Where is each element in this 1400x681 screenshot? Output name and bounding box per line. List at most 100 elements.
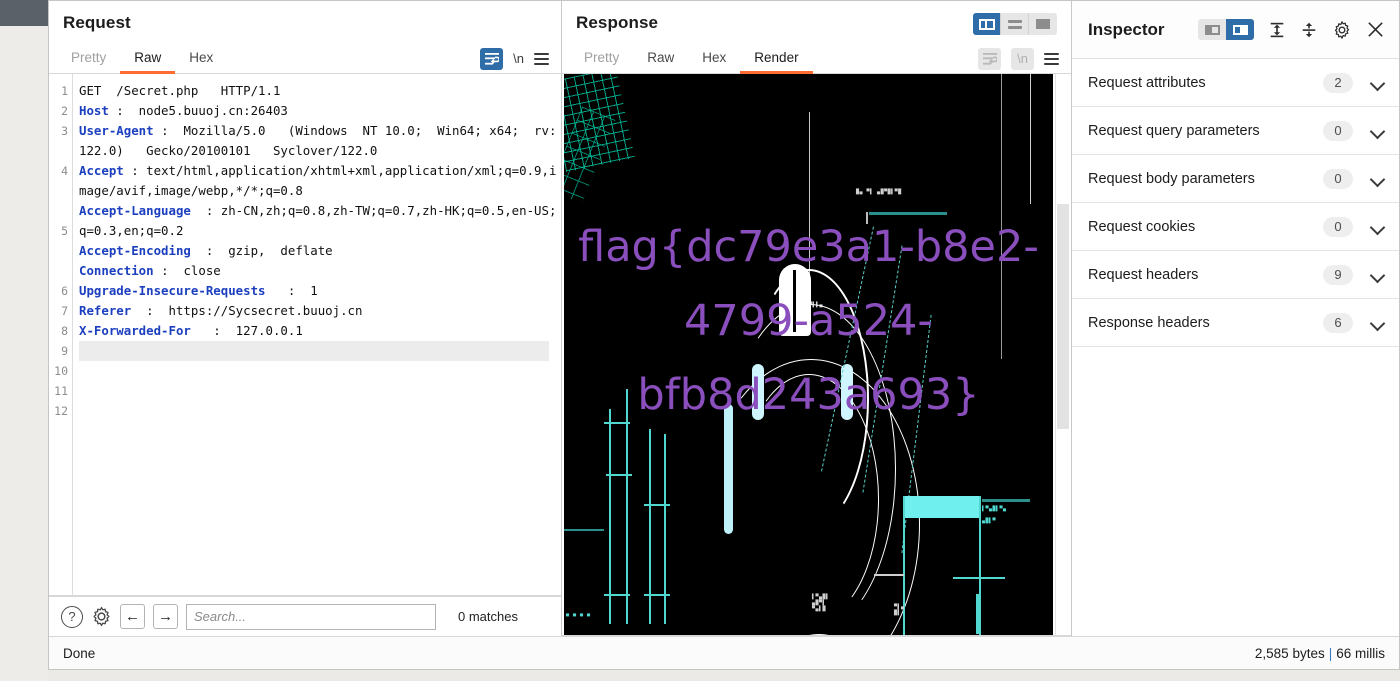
request-tab-tools: \n bbox=[480, 44, 561, 73]
hud-label: ▌▀▄█▌▀▄ bbox=[982, 506, 1007, 512]
arrow-left-icon[interactable]: ← bbox=[120, 604, 145, 629]
chevron-down-icon[interactable] bbox=[1371, 76, 1385, 90]
hud-panel-outline bbox=[903, 496, 981, 635]
request-tabs: Pretty Raw Hex \n bbox=[49, 44, 561, 74]
request-title: Request bbox=[63, 12, 131, 32]
response-render-area: █▄ ▀▌ ▄█▀█▌▀█ ▀▌▌▄ ▆▀▌▄█▀▌ ▀ ▀ ▀ ▀ ▌▀▄█▌… bbox=[562, 74, 1071, 636]
response-menu-icon[interactable] bbox=[1044, 52, 1059, 65]
chevron-down-icon[interactable] bbox=[1371, 220, 1385, 234]
chevron-down-icon[interactable] bbox=[1371, 124, 1385, 138]
tab-response-hex[interactable]: Hex bbox=[688, 44, 740, 74]
hud-skyline-cap bbox=[606, 474, 632, 476]
chevron-down-icon[interactable] bbox=[1371, 268, 1385, 282]
chevron-down-icon[interactable] bbox=[1371, 172, 1385, 186]
section-label: Request attributes bbox=[1088, 74, 1206, 91]
inspector-header: Inspector bbox=[1072, 1, 1399, 59]
inspector-section-request-attributes[interactable]: Request attributes 2 bbox=[1072, 59, 1399, 107]
request-header-name: X-Forwarded-For bbox=[79, 323, 191, 338]
request-header-name: Host bbox=[79, 103, 109, 118]
inspector-section-request-cookies[interactable]: Request cookies 0 bbox=[1072, 203, 1399, 251]
inspector-section-request-query-parameters[interactable]: Request query parameters 0 bbox=[1072, 107, 1399, 155]
status-bytes: 2,585 bytes bbox=[1254, 645, 1325, 661]
request-pane: Request Pretty Raw Hex \n 1 2 3 4 5 6 7 … bbox=[49, 1, 562, 636]
request-header-value: : node5.buuoj.cn:26403 bbox=[108, 103, 288, 118]
chevron-down-icon[interactable] bbox=[1371, 316, 1385, 330]
help-question-icon[interactable]: ? bbox=[61, 605, 83, 628]
line-number: 5 bbox=[61, 224, 68, 238]
scrollbar-thumb[interactable] bbox=[1057, 204, 1069, 429]
request-header-value: : 127.0.0.1 bbox=[190, 323, 303, 338]
status-time: 66 millis bbox=[1336, 645, 1385, 661]
line-number: 10 bbox=[54, 364, 68, 378]
arrow-right-icon[interactable]: → bbox=[153, 604, 178, 629]
hud-skyline-cap bbox=[644, 504, 670, 506]
response-title-row: Response bbox=[562, 1, 1071, 44]
inspector-side-toggle bbox=[1198, 19, 1254, 40]
hud-bar bbox=[953, 577, 1005, 579]
hud-ledge bbox=[564, 529, 604, 531]
collapse-all-icon[interactable] bbox=[1300, 21, 1318, 39]
gear-icon[interactable] bbox=[91, 606, 112, 627]
inspector-section-request-headers[interactable]: Request headers 9 bbox=[1072, 251, 1399, 299]
request-header-name: Connection bbox=[79, 263, 154, 278]
desktop-backdrop-top bbox=[0, 0, 48, 26]
line-number: 9 bbox=[61, 344, 68, 358]
inspector-empty-space bbox=[1072, 347, 1399, 636]
request-header-name: Accept-Language bbox=[79, 203, 191, 218]
line-number: 1 bbox=[61, 84, 68, 98]
hud-vertical-line bbox=[1030, 74, 1031, 204]
response-title: Response bbox=[576, 12, 659, 32]
tab-response-pretty[interactable]: Pretty bbox=[570, 44, 633, 74]
word-wrap-icon[interactable] bbox=[480, 47, 504, 70]
status-text: Done bbox=[63, 645, 96, 661]
section-label: Request cookies bbox=[1088, 218, 1196, 235]
line-number: 6 bbox=[61, 284, 68, 298]
line-number: 11 bbox=[54, 384, 68, 398]
close-icon[interactable] bbox=[1366, 20, 1385, 39]
section-label: Request headers bbox=[1088, 266, 1199, 283]
section-count-badge: 2 bbox=[1323, 72, 1353, 93]
inspector-section-response-headers[interactable]: Response headers 6 bbox=[1072, 299, 1399, 347]
search-match-count: 0 matches bbox=[458, 609, 518, 624]
request-header-name: Accept-Encoding bbox=[79, 243, 191, 258]
hud-grid-decoration bbox=[564, 74, 635, 173]
status-bar: Done 2,585 bytes | 66 millis bbox=[49, 636, 1399, 669]
panel-left-icon[interactable] bbox=[1198, 19, 1226, 40]
request-title-row: Request bbox=[49, 1, 561, 44]
request-header-value: : gzip, deflate bbox=[190, 243, 333, 258]
section-count-badge: 0 bbox=[1323, 120, 1353, 141]
tab-request-raw[interactable]: Raw bbox=[120, 44, 176, 74]
search-input[interactable] bbox=[186, 603, 436, 630]
section-count-badge: 9 bbox=[1323, 264, 1353, 285]
hud-label: █▄ ▀▌ ▄█▀█▌▀█ bbox=[856, 189, 902, 195]
request-header-name: Upgrade-Insecure-Requests bbox=[79, 283, 266, 298]
inspector-section-request-body-parameters[interactable]: Request body parameters 0 bbox=[1072, 155, 1399, 203]
newline-toggle-icon[interactable]: \n bbox=[513, 51, 524, 66]
hud-skyline-bar bbox=[664, 434, 666, 624]
hud-skyline-cap bbox=[604, 594, 630, 596]
request-header-value: : close bbox=[153, 263, 221, 278]
tab-request-hex[interactable]: Hex bbox=[175, 44, 227, 74]
request-header-name: Referer bbox=[79, 303, 132, 318]
hud-ledge bbox=[874, 574, 904, 576]
tab-response-raw[interactable]: Raw bbox=[633, 44, 688, 74]
section-label: Request query parameters bbox=[1088, 122, 1260, 139]
request-raw-editor[interactable]: 1 2 3 4 5 6 7 8 9 10 11 12 GET /Secret.p… bbox=[49, 74, 561, 596]
request-header-name: Accept bbox=[79, 163, 124, 178]
response-pane: Response Pretty Raw Hex Render \n █▄ ▀▌ … bbox=[562, 1, 1072, 636]
response-vertical-scrollbar[interactable] bbox=[1055, 74, 1069, 635]
tab-response-render[interactable]: Render bbox=[740, 44, 813, 74]
expand-all-icon[interactable] bbox=[1268, 21, 1286, 39]
request-raw-text[interactable]: GET /Secret.php HTTP/1.1 Host : node5.buu… bbox=[73, 74, 561, 595]
request-menu-icon[interactable] bbox=[534, 52, 549, 65]
panel-right-icon[interactable] bbox=[1226, 19, 1254, 40]
tab-request-pretty[interactable]: Pretty bbox=[57, 44, 120, 74]
hud-grid-decoration-2 bbox=[564, 106, 616, 204]
hud-skyline-cap bbox=[644, 594, 670, 596]
section-count-badge: 0 bbox=[1323, 168, 1353, 189]
status-separator: | bbox=[1328, 645, 1333, 661]
request-header-value: : https://Sycsecret.buuoj.cn bbox=[131, 303, 363, 318]
request-empty-line-highlighted bbox=[79, 341, 549, 361]
gear-icon[interactable] bbox=[1332, 20, 1352, 40]
inspector-title: Inspector bbox=[1088, 19, 1165, 39]
